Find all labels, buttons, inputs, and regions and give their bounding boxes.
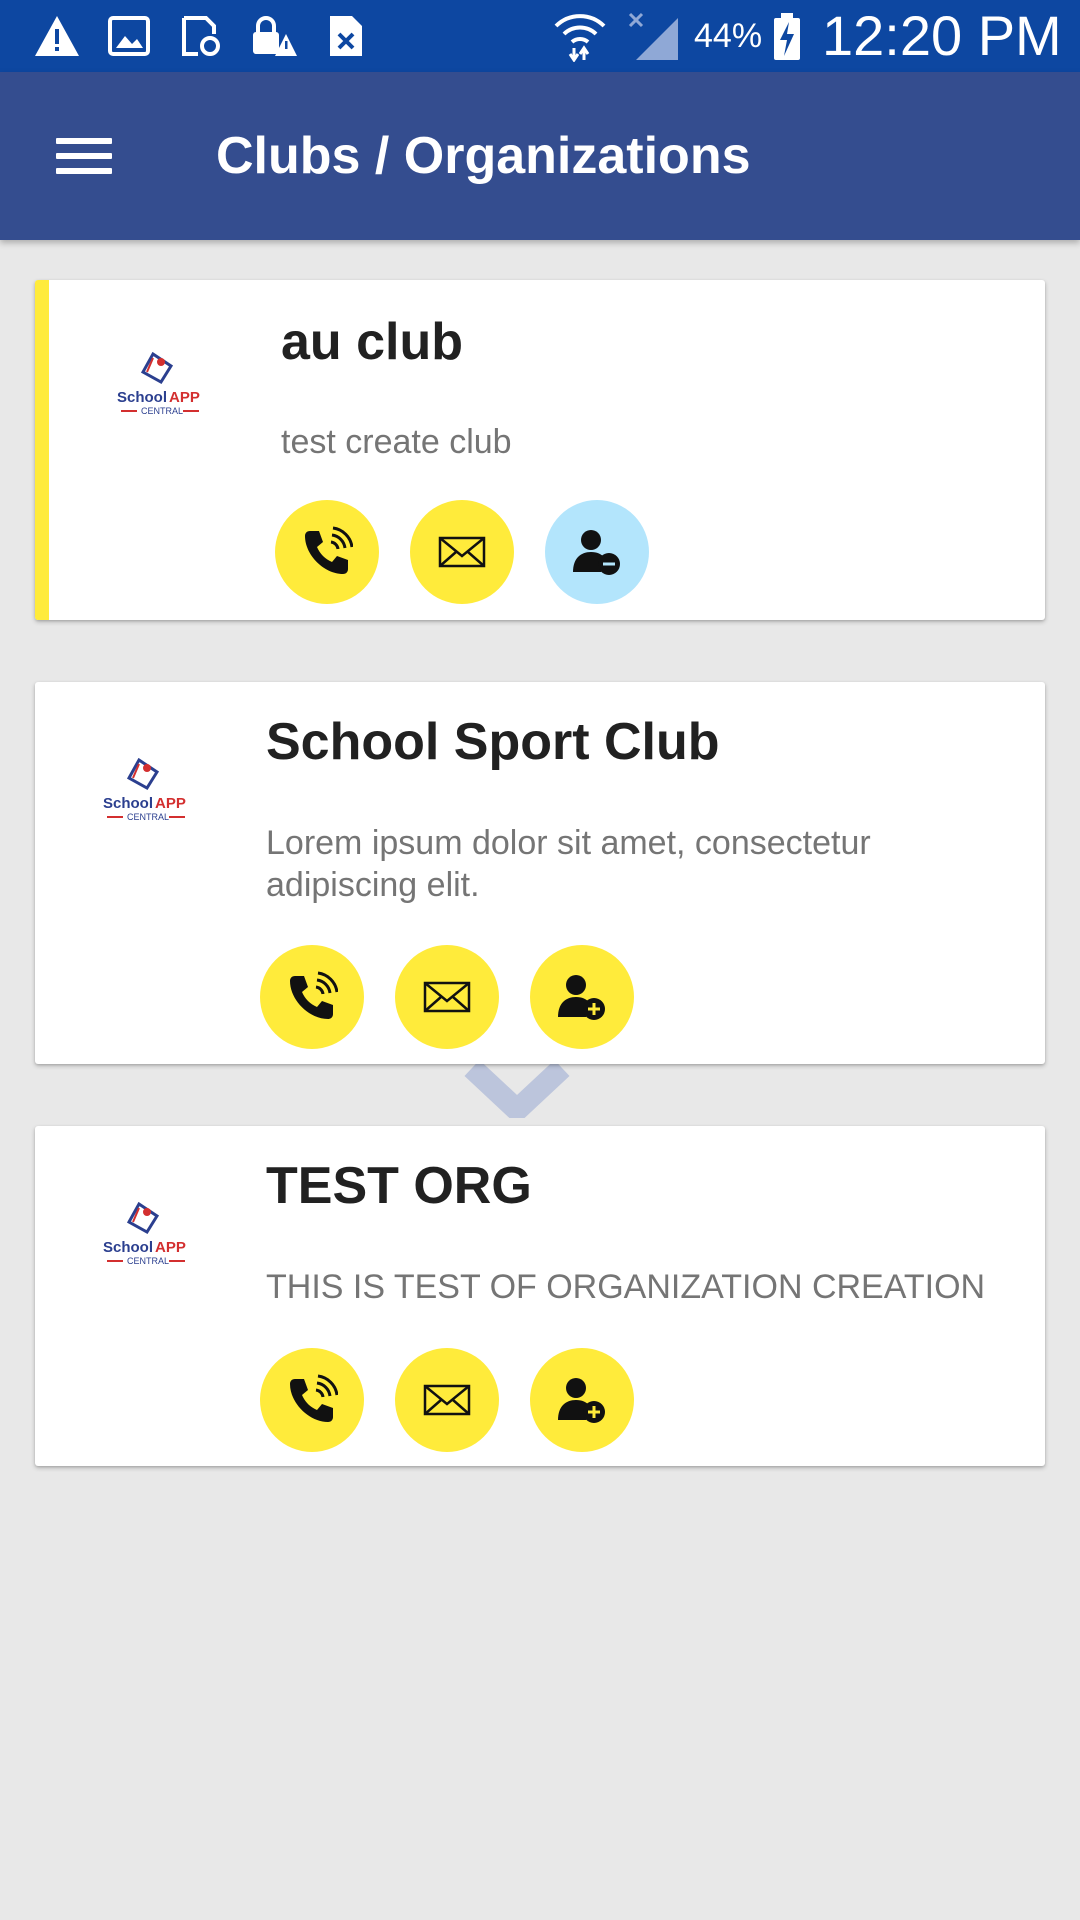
image-icon bbox=[108, 16, 150, 56]
email-button[interactable] bbox=[410, 500, 514, 604]
mail-icon bbox=[423, 1384, 471, 1416]
club-name: TEST ORG bbox=[266, 1157, 532, 1215]
hamburger-menu-icon[interactable] bbox=[40, 114, 128, 198]
page-title: Clubs / Organizations bbox=[216, 127, 751, 185]
club-name: School Sport Club bbox=[266, 713, 720, 771]
clock: 12:20 PM bbox=[822, 4, 1062, 67]
phone-icon bbox=[290, 1374, 338, 1422]
mail-icon bbox=[423, 981, 471, 1013]
app-bar: Clubs / Organizations bbox=[0, 72, 1080, 240]
selected-indicator bbox=[35, 280, 49, 620]
status-bar: 44% 12:20 PM bbox=[0, 0, 1080, 72]
call-button[interactable] bbox=[260, 1348, 364, 1452]
club-description: test create club bbox=[281, 423, 512, 461]
club-description: THIS IS TEST OF ORGANIZATION CREATION bbox=[266, 1268, 986, 1306]
user-add-icon bbox=[558, 1378, 605, 1423]
club-card[interactable]: School APP CENTRAL TEST ORG THIS IS TEST… bbox=[35, 1126, 1045, 1466]
leave-club-button[interactable] bbox=[545, 500, 649, 604]
wifi-icon bbox=[554, 14, 606, 62]
mail-icon bbox=[438, 536, 486, 568]
join-club-button[interactable] bbox=[530, 945, 634, 1049]
logo-text-school: School bbox=[103, 795, 153, 812]
logo-text-app: APP bbox=[155, 795, 186, 812]
phone-icon bbox=[290, 971, 338, 1019]
club-logo: School APP CENTRAL bbox=[103, 1201, 186, 1266]
logo-text-central: CENTRAL bbox=[127, 812, 169, 822]
lock-warning-icon bbox=[253, 16, 297, 56]
logo-text-central: CENTRAL bbox=[127, 1256, 169, 1266]
logo-text-app: APP bbox=[169, 389, 200, 406]
logo-text-school: School bbox=[117, 389, 167, 406]
signal-icon bbox=[628, 12, 678, 60]
user-add-icon bbox=[558, 975, 605, 1020]
sync-icon bbox=[182, 16, 220, 56]
call-button[interactable] bbox=[275, 500, 379, 604]
battery-charging-icon bbox=[774, 13, 800, 60]
club-logo: School APP CENTRAL bbox=[103, 757, 186, 822]
club-logo: School APP CENTRAL bbox=[117, 351, 200, 416]
email-button[interactable] bbox=[395, 1348, 499, 1452]
battery-percent: 44% bbox=[694, 17, 763, 55]
warning-icon bbox=[35, 16, 79, 56]
club-card[interactable]: School APP CENTRAL au club test create c… bbox=[35, 280, 1045, 620]
email-button[interactable] bbox=[395, 945, 499, 1049]
club-description: Lorem ipsum dolor sit amet, consectetur … bbox=[266, 824, 871, 904]
user-remove-icon bbox=[573, 530, 620, 575]
join-club-button[interactable] bbox=[530, 1348, 634, 1452]
call-button[interactable] bbox=[260, 945, 364, 1049]
phone-icon bbox=[305, 526, 353, 574]
logo-text-central: CENTRAL bbox=[141, 406, 183, 416]
file-x-icon bbox=[330, 16, 362, 56]
logo-text-school: School bbox=[103, 1239, 153, 1256]
club-name: au club bbox=[281, 313, 464, 371]
background-watermark bbox=[464, 1059, 570, 1118]
club-card[interactable]: School APP CENTRAL School Sport Club Lor… bbox=[35, 682, 1045, 1064]
logo-text-app: APP bbox=[155, 1239, 186, 1256]
